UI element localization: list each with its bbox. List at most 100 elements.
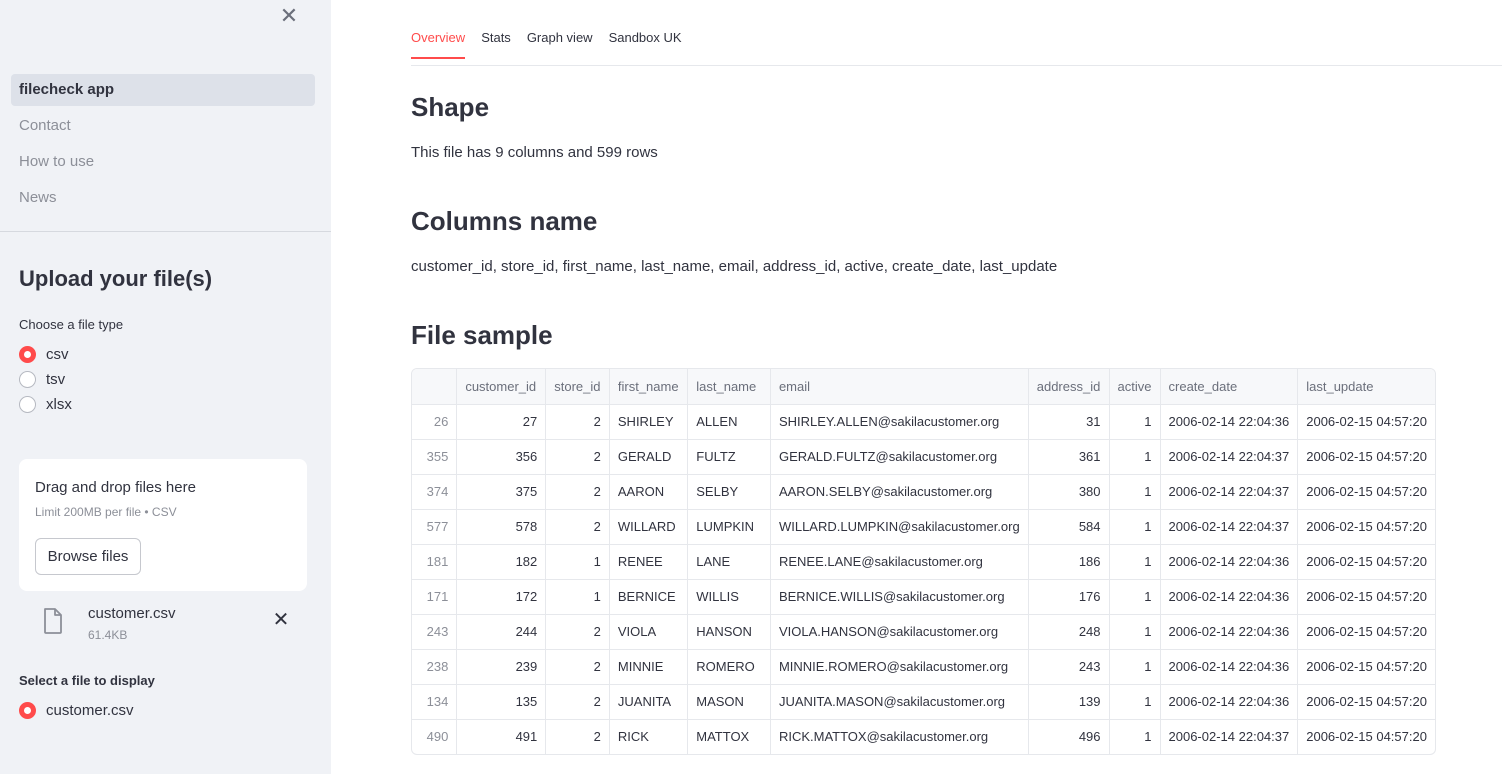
column-header[interactable] bbox=[412, 369, 458, 405]
table-cell[interactable]: 2006-02-14 22:04:37 bbox=[1160, 719, 1299, 754]
table-cell[interactable]: 2006-02-14 22:04:37 bbox=[1160, 439, 1299, 475]
table-cell[interactable]: 361 bbox=[1028, 439, 1110, 475]
radio-option-customer-csv[interactable]: customer.csv bbox=[19, 699, 134, 721]
nav-item-news[interactable]: News bbox=[11, 182, 315, 214]
nav-item-filecheck-app[interactable]: filecheck app bbox=[11, 74, 315, 106]
table-cell[interactable]: 578 bbox=[456, 509, 547, 545]
column-header[interactable]: last_update bbox=[1297, 369, 1435, 405]
table-cell[interactable]: MINNIE bbox=[609, 649, 689, 685]
table-cell[interactable]: 1 bbox=[1109, 684, 1161, 720]
column-header[interactable]: store_id bbox=[545, 369, 610, 405]
table-cell[interactable]: 244 bbox=[456, 614, 547, 650]
table-cell[interactable]: 2006-02-14 22:04:36 bbox=[1160, 544, 1299, 580]
table-cell[interactable]: LUMPKIN bbox=[687, 509, 771, 545]
table-cell[interactable]: WILLARD.LUMPKIN@sakilacustomer.org bbox=[770, 509, 1029, 545]
table-cell[interactable]: 2006-02-15 04:57:20 bbox=[1297, 614, 1435, 650]
data-table[interactable]: customer_id store_id first_name last_name em… bbox=[411, 368, 1436, 755]
table-cell[interactable]: 139 bbox=[1028, 684, 1110, 720]
table-cell[interactable]: BERNICE.WILLIS@sakilacustomer.org bbox=[770, 579, 1029, 615]
table-cell[interactable]: VIOLA.HANSON@sakilacustomer.org bbox=[770, 614, 1029, 650]
table-row[interactable]: 26 27 2 SHIRLEY ALLEN SHIRLEY.ALLEN@sakilacus… bbox=[412, 404, 1435, 440]
table-cell[interactable]: 182 bbox=[456, 544, 547, 580]
row-index-cell[interactable]: 134 bbox=[412, 684, 458, 720]
table-cell[interactable]: 1 bbox=[1109, 404, 1161, 440]
column-header[interactable]: last_name bbox=[687, 369, 771, 405]
table-row[interactable]: 243 244 2 VIOLA HANSON VIOLA.HANSON@sakilacus… bbox=[412, 614, 1435, 650]
table-cell[interactable]: 1 bbox=[1109, 614, 1161, 650]
row-index-cell[interactable]: 238 bbox=[412, 649, 458, 685]
table-cell[interactable]: 2006-02-15 04:57:20 bbox=[1297, 544, 1435, 580]
table-cell[interactable]: JUANITA.MASON@sakilacustomer.org bbox=[770, 684, 1029, 720]
table-cell[interactable]: WILLARD bbox=[609, 509, 689, 545]
table-cell[interactable]: 2006-02-15 04:57:20 bbox=[1298, 719, 1435, 754]
table-cell[interactable]: RICK bbox=[609, 719, 689, 754]
table-cell[interactable]: WILLIS bbox=[687, 579, 771, 615]
table-cell[interactable]: 1 bbox=[1109, 579, 1161, 615]
file-dropzone[interactable]: Drag and drop files here Limit 200MB per… bbox=[19, 459, 307, 591]
table-row[interactable]: 134 135 2 JUANITA MASON JUANITA.MASON@sakilac… bbox=[412, 684, 1435, 720]
table-cell[interactable]: 356 bbox=[456, 439, 547, 475]
table-cell[interactable]: 2006-02-14 22:04:36 bbox=[1160, 579, 1299, 615]
table-cell[interactable]: MINNIE.ROMERO@sakilacustomer.org bbox=[770, 649, 1029, 685]
table-cell[interactable]: HANSON bbox=[687, 614, 771, 650]
table-cell[interactable]: 584 bbox=[1028, 509, 1110, 545]
table-cell[interactable]: GERALD bbox=[609, 439, 689, 475]
row-index-cell[interactable]: 181 bbox=[412, 544, 458, 580]
column-header[interactable]: first_name bbox=[609, 369, 689, 405]
table-cell[interactable]: 2006-02-14 22:04:36 bbox=[1160, 614, 1299, 650]
table-cell[interactable]: 375 bbox=[456, 474, 547, 510]
table-cell[interactable]: VIOLA bbox=[609, 614, 689, 650]
table-cell[interactable]: AARON bbox=[609, 474, 689, 510]
column-header[interactable]: customer_id bbox=[456, 369, 547, 405]
table-row[interactable]: 355 356 2 GERALD FULTZ GERALD.FULTZ@sakilacus… bbox=[412, 439, 1435, 475]
browse-files-button[interactable]: Browse files bbox=[35, 538, 141, 575]
column-header[interactable]: email bbox=[770, 369, 1029, 405]
table-cell[interactable]: 243 bbox=[1028, 649, 1110, 685]
row-index-cell[interactable]: 374 bbox=[412, 474, 458, 510]
row-index-cell[interactable]: 243 bbox=[412, 614, 458, 650]
close-sidebar-icon[interactable]: ✕ bbox=[277, 4, 301, 28]
table-row[interactable]: 374 375 2 AARON SELBY AARON.SELBY@sakilacusto… bbox=[412, 474, 1435, 510]
table-cell[interactable]: 496 bbox=[1028, 719, 1110, 754]
table-cell[interactable]: 248 bbox=[1028, 614, 1110, 650]
table-cell[interactable]: FULTZ bbox=[687, 439, 771, 475]
tab-sandbox-uk[interactable]: Sandbox UK bbox=[609, 30, 682, 59]
table-cell[interactable]: SHIRLEY bbox=[609, 404, 689, 440]
table-cell[interactable]: 2006-02-14 22:04:36 bbox=[1160, 649, 1299, 685]
table-cell[interactable]: 2 bbox=[545, 649, 610, 685]
table-cell[interactable]: MATTOX bbox=[687, 719, 771, 754]
row-index-cell[interactable]: 490 bbox=[412, 719, 458, 754]
row-index-cell[interactable]: 577 bbox=[412, 509, 458, 545]
column-header[interactable]: address_id bbox=[1028, 369, 1110, 405]
table-cell[interactable]: RENEE bbox=[609, 544, 689, 580]
table-cell[interactable]: 186 bbox=[1028, 544, 1110, 580]
table-cell[interactable]: 2 bbox=[545, 439, 610, 475]
table-cell[interactable]: RICK.MATTOX@sakilacustomer.org bbox=[770, 719, 1029, 754]
table-cell[interactable]: GERALD.FULTZ@sakilacustomer.org bbox=[770, 439, 1029, 475]
table-cell[interactable]: 1 bbox=[1109, 509, 1161, 545]
table-row[interactable]: 171 172 1 BERNICE WILLIS BERNICE.WILLIS@sakil… bbox=[412, 579, 1435, 615]
table-cell[interactable]: 1 bbox=[545, 544, 610, 580]
table-cell[interactable]: 2 bbox=[545, 404, 610, 440]
table-cell[interactable]: ROMERO bbox=[687, 649, 771, 685]
table-cell[interactable]: 491 bbox=[456, 719, 547, 754]
table-row[interactable]: 490 491 2 RICK MATTOX RICK.MATTOX@sakilacusto… bbox=[412, 719, 1435, 754]
table-cell[interactable]: 2 bbox=[545, 719, 610, 754]
table-cell[interactable]: 380 bbox=[1028, 474, 1110, 510]
radio-option-csv[interactable]: csv bbox=[19, 343, 69, 365]
row-index-cell[interactable]: 26 bbox=[412, 404, 458, 440]
table-cell[interactable]: 1 bbox=[1109, 544, 1161, 580]
row-index-cell[interactable]: 171 bbox=[412, 579, 458, 615]
table-cell[interactable]: RENEE.LANE@sakilacustomer.org bbox=[770, 544, 1029, 580]
table-cell[interactable]: 2 bbox=[545, 509, 610, 545]
table-row[interactable]: 181 182 1 RENEE LANE RENEE.LANE@sakilacustome… bbox=[412, 544, 1435, 580]
table-cell[interactable]: 1 bbox=[545, 579, 610, 615]
table-cell[interactable]: 2 bbox=[545, 614, 610, 650]
table-cell[interactable]: 2 bbox=[545, 474, 610, 510]
table-cell[interactable]: 2006-02-15 04:57:20 bbox=[1297, 684, 1435, 720]
table-cell[interactable]: 2006-02-14 22:04:37 bbox=[1160, 474, 1299, 510]
table-cell[interactable]: 2006-02-14 22:04:36 bbox=[1160, 404, 1299, 440]
table-cell[interactable]: 172 bbox=[456, 579, 547, 615]
radio-option-xlsx[interactable]: xlsx bbox=[19, 393, 72, 415]
table-cell[interactable]: MASON bbox=[687, 684, 771, 720]
